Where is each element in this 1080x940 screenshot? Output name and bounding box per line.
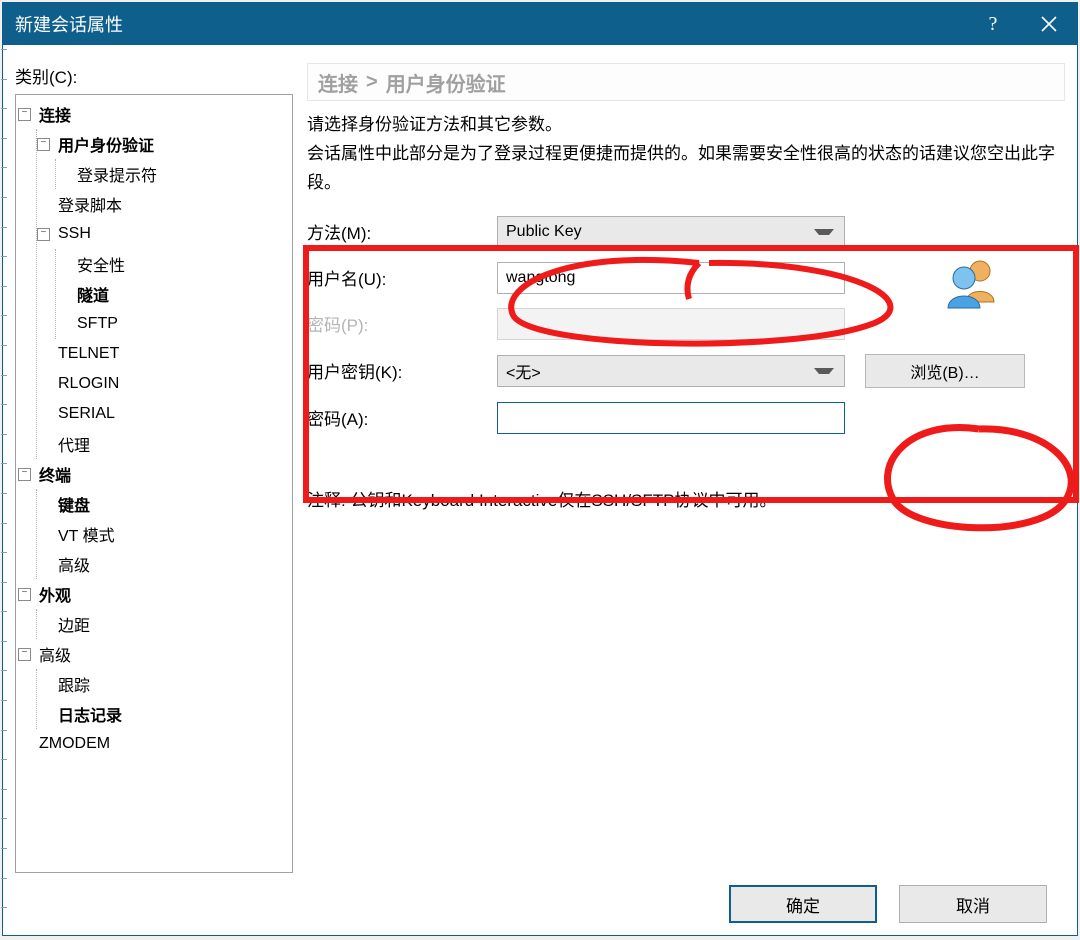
note-text: 注释: 公钥和Keyboard Interactive仅在SSH/SFTP协议中… [307,486,1065,511]
tree-item-vt-mode[interactable]: VT 模式 [37,519,288,549]
tree-item-connection[interactable]: − 连接 [18,99,288,129]
category-label: 类别(C): [15,63,293,88]
users-icon [946,256,1000,310]
description-line1: 请选择身份验证方法和其它参数。 [307,111,1065,140]
tree-item-login-script[interactable]: 登录脚本 [37,189,288,219]
tree-item-keyboard[interactable]: 键盘 [37,489,288,519]
close-button[interactable] [1021,3,1077,45]
breadcrumb-userauth: 用户身份验证 [386,68,506,97]
tree-item-proxy[interactable]: 代理 [37,429,288,459]
session-properties-dialog: 新建会话属性 ? 类别(C): − 连接 [2,2,1078,936]
ok-button[interactable]: 确定 [729,885,877,923]
description: 请选择身份验证方法和其它参数。 会话属性中此部分是为了登录过程更便捷而提供的。如… [307,111,1065,198]
breadcrumb: 连接 > 用户身份验证 [307,63,1065,101]
method-label: 方法(M): [307,219,497,244]
tree-item-sftp[interactable]: SFTP [56,309,288,339]
tree-item-tunnel[interactable]: 隧道 [56,279,288,309]
username-label: 用户名(U): [307,265,497,290]
collapse-icon[interactable]: − [37,228,50,241]
collapse-icon[interactable]: − [18,588,31,601]
userkey-label: 用户密钥(K): [307,358,497,383]
tree-item-trace[interactable]: 跟踪 [37,669,288,699]
tree-item-logging[interactable]: 日志记录 [37,699,288,729]
collapse-icon[interactable]: − [37,138,50,151]
dialog-footer: 确定 取消 [15,873,1065,923]
help-button[interactable]: ? [965,3,1021,45]
tree-item-security[interactable]: 安全性 [56,249,288,279]
breadcrumb-connection: 连接 [318,68,358,97]
window-controls: ? [965,3,1077,45]
password-input [497,308,845,340]
password-label: 密码(P): [307,311,497,336]
method-select[interactable]: Public Key [497,216,845,248]
collapse-icon[interactable]: − [18,648,31,661]
category-tree[interactable]: − 连接 − 用户身份验证 [15,94,293,873]
userkey-select[interactable]: <无> [497,355,845,387]
ruler-marks [1,49,5,937]
description-line2: 会话属性中此部分是为了登录过程更便捷而提供的。如果需要安全性很高的状态的话建议您… [307,140,1065,198]
passphrase-label: 密码(A): [307,405,497,430]
tree-item-ssh[interactable]: − SSH [37,219,288,249]
tree-item-advanced[interactable]: − 高级 [18,639,288,669]
tree-item-login-prompt[interactable]: 登录提示符 [56,159,288,189]
tree-item-terminal[interactable]: − 终端 [18,459,288,489]
collapse-icon[interactable]: − [18,468,31,481]
tree-item-serial[interactable]: SERIAL [37,399,288,429]
passphrase-input[interactable] [497,402,845,434]
tree-item-zmodem[interactable]: ZMODEM [18,729,288,759]
tree-item-appearance[interactable]: − 外观 [18,579,288,609]
dialog-title: 新建会话属性 [15,11,965,37]
cancel-button[interactable]: 取消 [899,885,1047,923]
collapse-icon[interactable]: − [18,108,31,121]
tree-item-user-auth[interactable]: − 用户身份验证 [37,129,288,159]
tree-item-margin[interactable]: 边距 [37,609,288,639]
tree-item-term-advanced[interactable]: 高级 [37,549,288,579]
tree-item-telnet[interactable]: TELNET [37,339,288,369]
titlebar: 新建会话属性 ? [3,3,1077,45]
browse-button[interactable]: 浏览(B)… [865,354,1025,388]
tree-item-rlogin[interactable]: RLOGIN [37,369,288,399]
breadcrumb-sep: > [366,71,378,94]
username-input[interactable] [497,262,845,294]
